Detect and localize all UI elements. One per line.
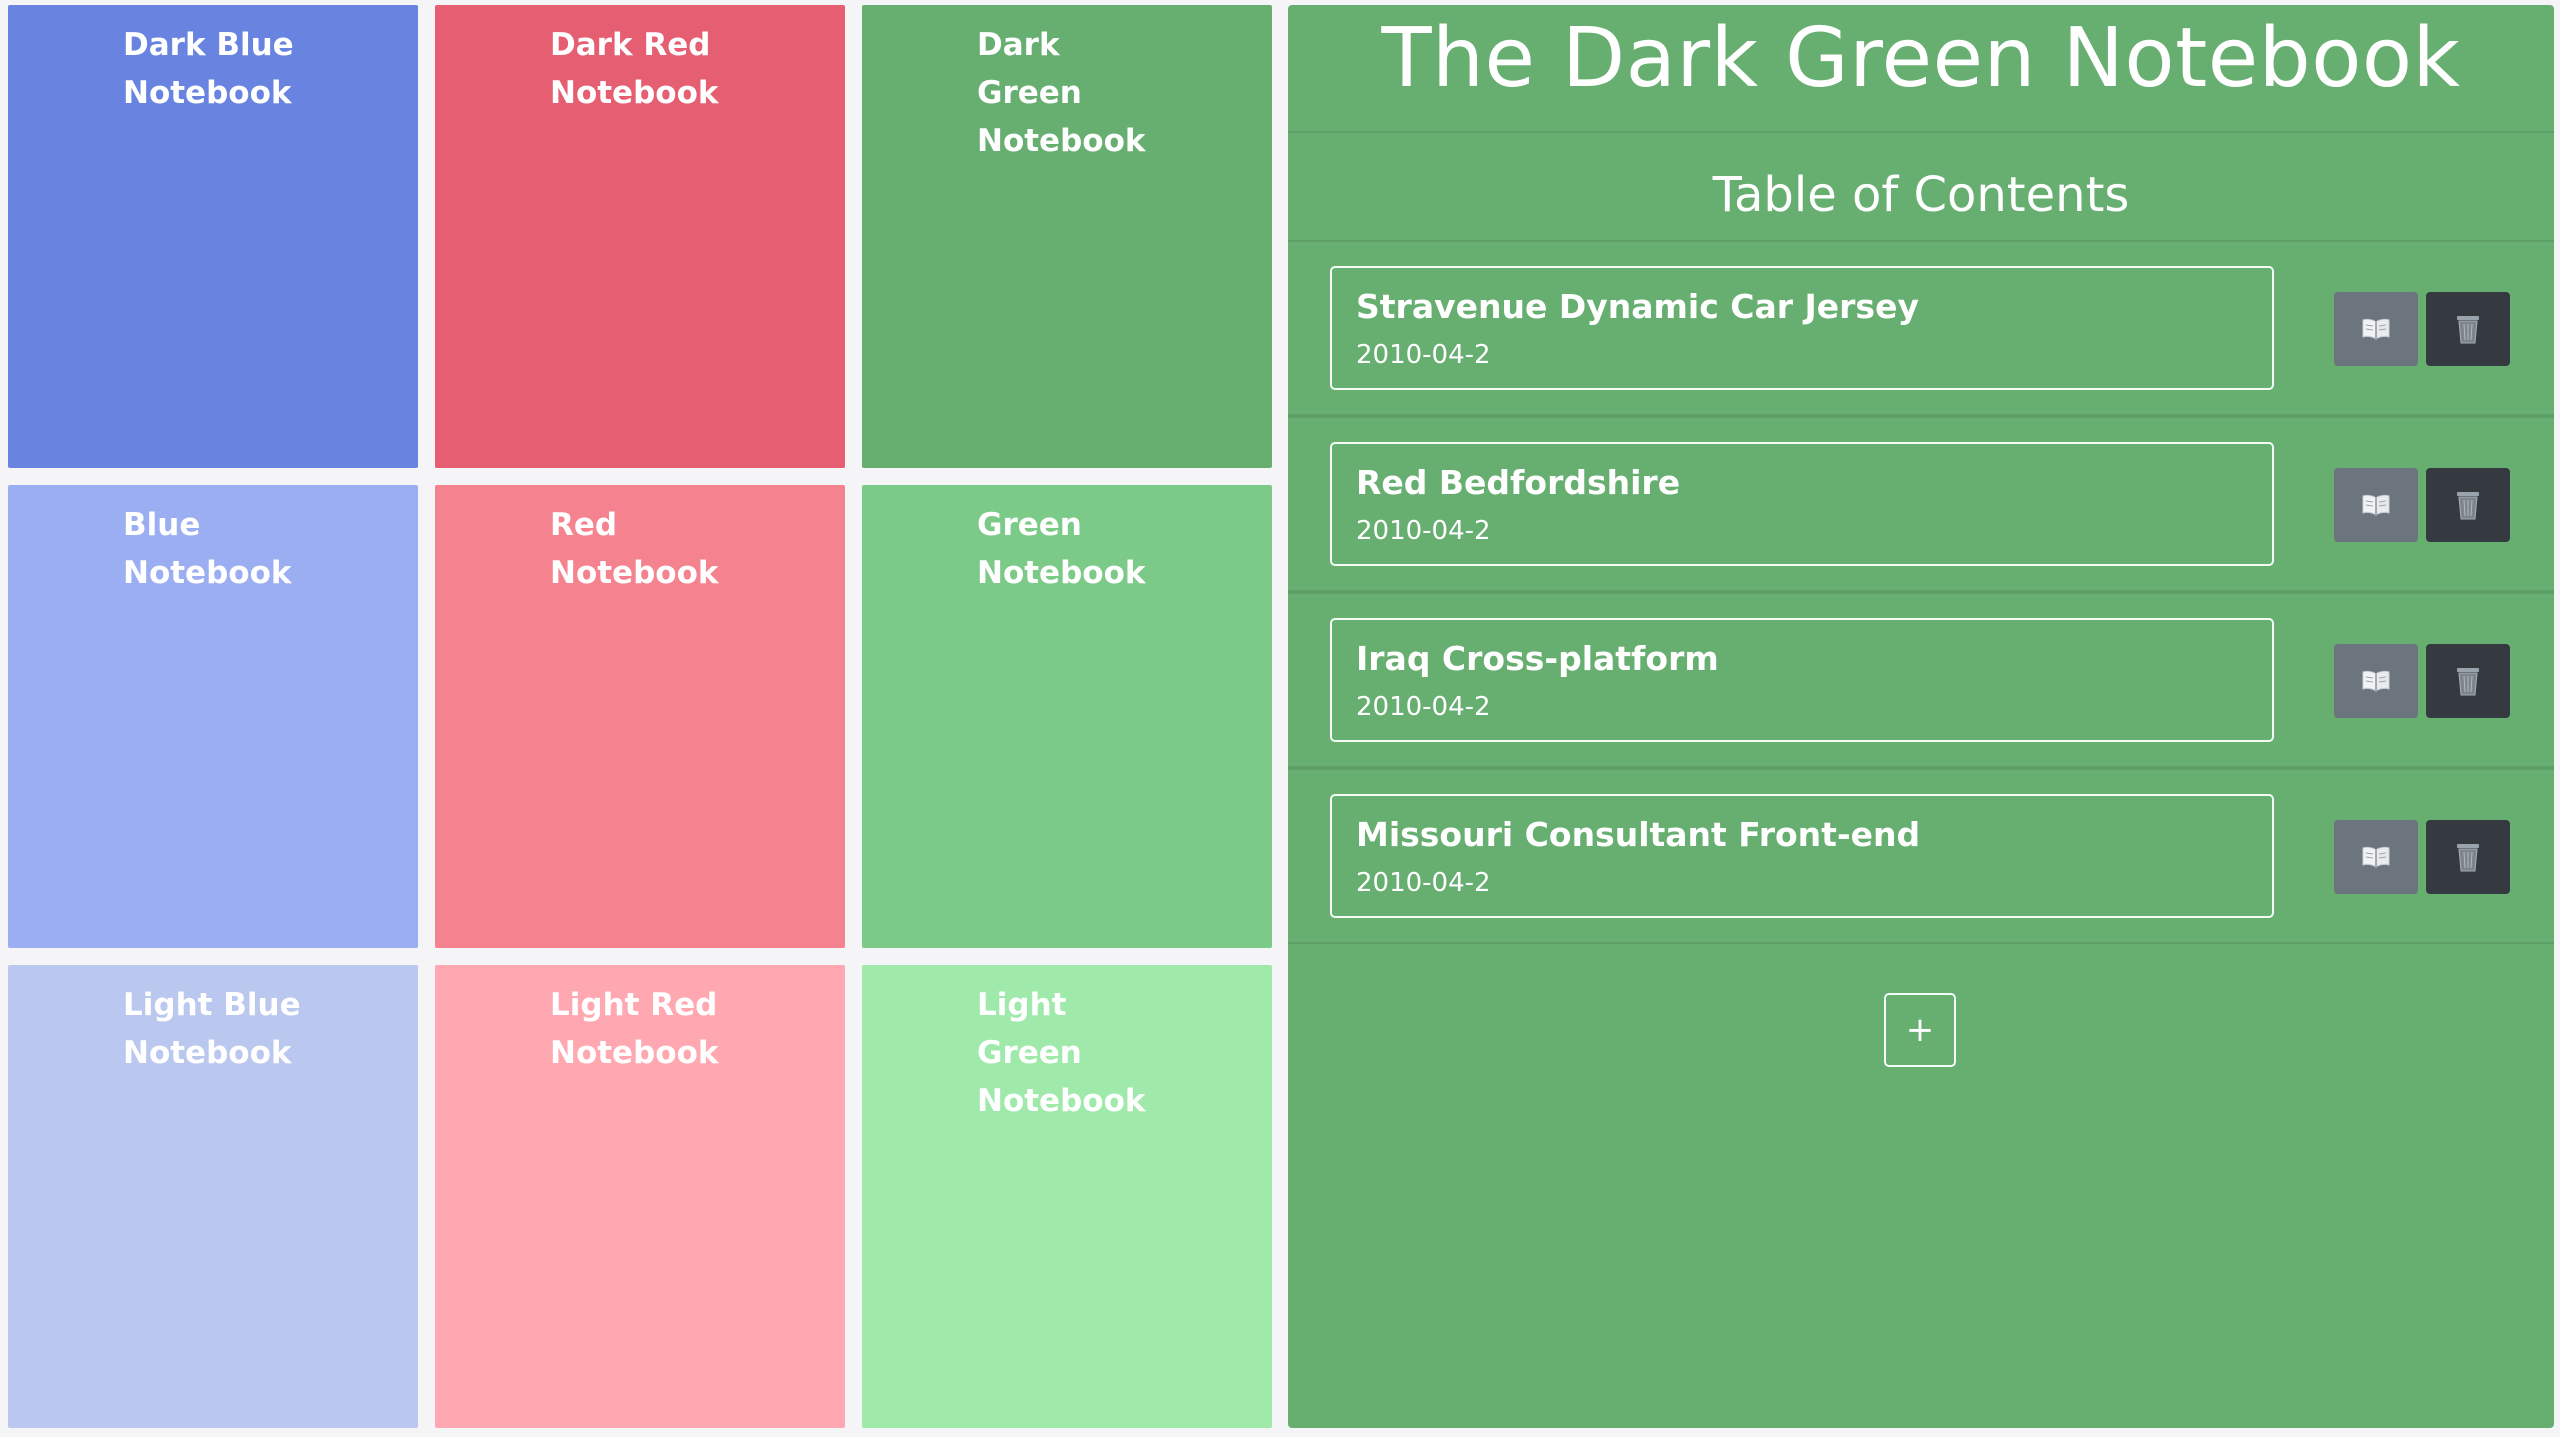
notebook-tile-light-green[interactable]: Light Green Notebook bbox=[862, 965, 1272, 1428]
delete-entry-button[interactable] bbox=[2426, 820, 2510, 894]
notebook-tile-dark-red[interactable]: Dark Red Notebook bbox=[435, 5, 845, 468]
notebook-tile-dark-green[interactable]: Dark Green Notebook bbox=[862, 5, 1272, 468]
entry-date: 2010-04-2 bbox=[1356, 692, 1491, 722]
notebook-tile-title: Green Notebook bbox=[977, 507, 1146, 591]
notebook-tile-title: Light Green Notebook bbox=[977, 987, 1146, 1119]
entry-card[interactable]: Stravenue Dynamic Car Jersey 2010-04-2 bbox=[1330, 266, 2274, 390]
delete-entry-button[interactable] bbox=[2426, 644, 2510, 718]
read-entry-button[interactable] bbox=[2334, 820, 2418, 894]
open-book-icon bbox=[2362, 670, 2390, 692]
notebook-tile-title: Light Blue Notebook bbox=[123, 987, 301, 1071]
notebook-tile-title: Red Notebook bbox=[550, 507, 719, 591]
entry-date: 2010-04-2 bbox=[1356, 340, 1491, 370]
delete-entry-button[interactable] bbox=[2426, 292, 2510, 366]
entry-date: 2010-04-2 bbox=[1356, 868, 1491, 898]
notebook-title: The Dark Green Notebook bbox=[1381, 10, 2461, 106]
read-entry-button[interactable] bbox=[2334, 644, 2418, 718]
notebook-tile-title: Dark Green Notebook bbox=[977, 27, 1146, 159]
notebook-tile-title: Dark Blue Notebook bbox=[123, 27, 294, 111]
notebook-tile-dark-blue[interactable]: Dark Blue Notebook bbox=[8, 5, 418, 468]
entry-date: 2010-04-2 bbox=[1356, 516, 1491, 546]
open-book-icon bbox=[2362, 494, 2390, 516]
entry-name: Stravenue Dynamic Car Jersey bbox=[1356, 287, 1919, 326]
toc-entry: Iraq Cross-platform 2010-04-2 bbox=[1288, 592, 2554, 768]
entry-name: Missouri Consultant Front-end bbox=[1356, 815, 1921, 854]
toc-entry: Red Bedfordshire 2010-04-2 bbox=[1288, 416, 2554, 592]
trash-icon bbox=[2457, 316, 2479, 344]
toc-heading: Table of Contents bbox=[1712, 167, 2130, 223]
notebook-detail-panel: The Dark Green Notebook Table of Content… bbox=[1288, 5, 2554, 1428]
entry-card[interactable]: Missouri Consultant Front-end 2010-04-2 bbox=[1330, 794, 2274, 918]
notebook-tile-light-red[interactable]: Light Red Notebook bbox=[435, 965, 845, 1428]
notebook-tile-title: Blue Notebook bbox=[123, 507, 292, 591]
notebook-tile-light-blue[interactable]: Light Blue Notebook bbox=[8, 965, 418, 1428]
open-book-icon bbox=[2362, 846, 2390, 868]
entry-name: Iraq Cross-platform bbox=[1356, 639, 1719, 678]
entry-name: Red Bedfordshire bbox=[1356, 463, 1681, 502]
trash-icon bbox=[2457, 844, 2479, 872]
notebook-tile-blue[interactable]: Blue Notebook bbox=[8, 485, 418, 948]
entry-card[interactable]: Red Bedfordshire 2010-04-2 bbox=[1330, 442, 2274, 566]
delete-entry-button[interactable] bbox=[2426, 468, 2510, 542]
read-entry-button[interactable] bbox=[2334, 468, 2418, 542]
notebook-tile-green[interactable]: Green Notebook bbox=[862, 485, 1272, 948]
toc-entry: Stravenue Dynamic Car Jersey 2010-04-2 bbox=[1288, 240, 2554, 416]
entry-card[interactable]: Iraq Cross-platform 2010-04-2 bbox=[1330, 618, 2274, 742]
toc-entry: Missouri Consultant Front-end 2010-04-2 bbox=[1288, 768, 2554, 944]
notebook-tile-title: Light Red Notebook bbox=[550, 987, 719, 1071]
add-entry-button[interactable]: + bbox=[1884, 993, 1956, 1067]
panel-header: The Dark Green Notebook bbox=[1288, 5, 2554, 133]
read-entry-button[interactable] bbox=[2334, 292, 2418, 366]
notebook-tile-title: Dark Red Notebook bbox=[550, 27, 719, 111]
open-book-icon bbox=[2362, 318, 2390, 340]
notebook-tile-red[interactable]: Red Notebook bbox=[435, 485, 845, 948]
trash-icon bbox=[2457, 492, 2479, 520]
trash-icon bbox=[2457, 668, 2479, 696]
